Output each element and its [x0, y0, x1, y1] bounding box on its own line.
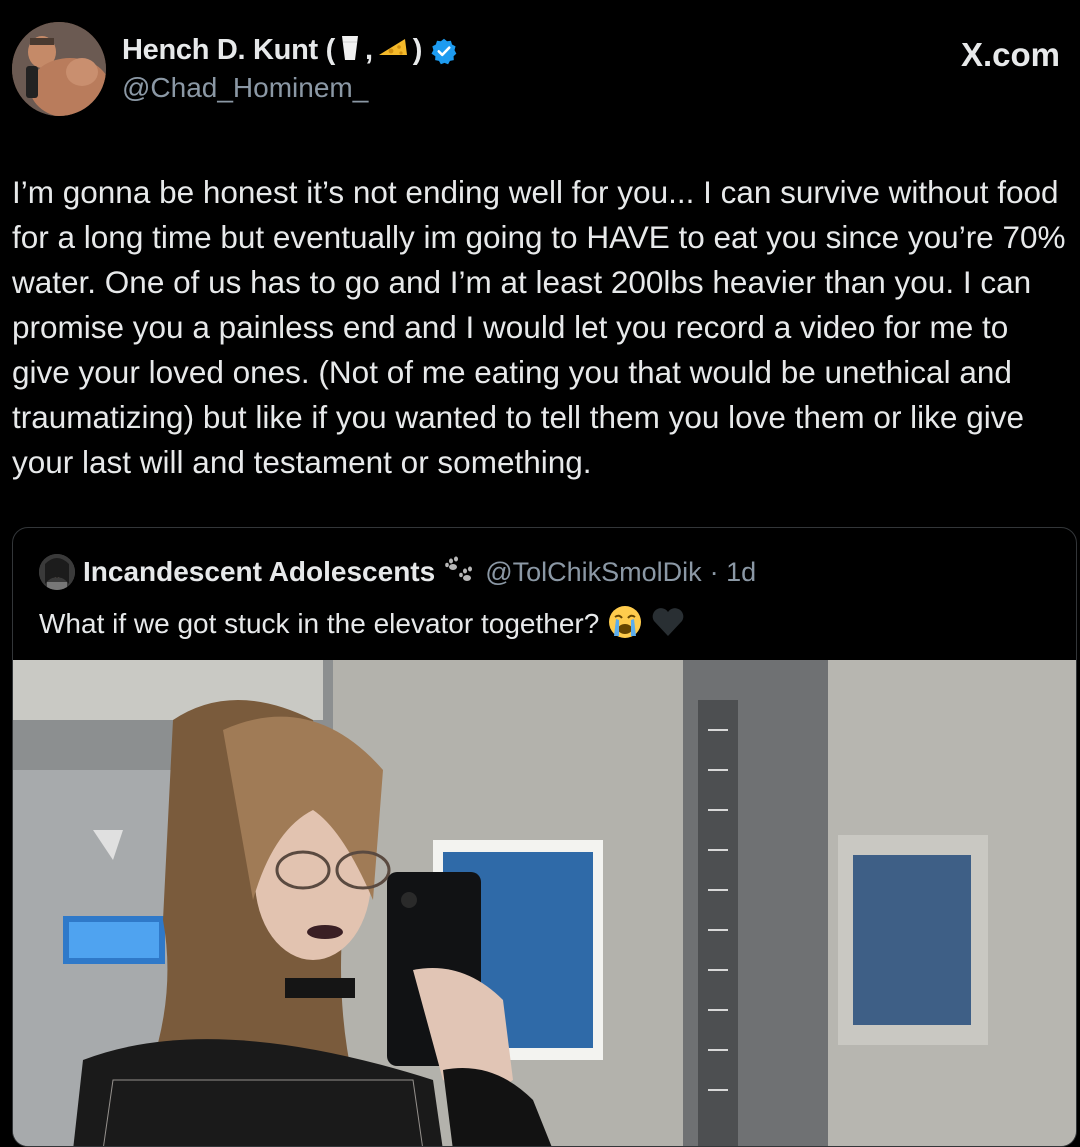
paw-prints-icon: [443, 555, 477, 590]
tweet-text: I’m gonna be honest it’s not ending well…: [12, 174, 1066, 480]
tweet-header: Hench D. Kunt ( , ) @Chad_Hominem_ X.com: [0, 0, 1080, 130]
author-avatar[interactable]: [12, 22, 106, 116]
quoted-tweet-text-row: What if we got stuck in the elevator tog…: [39, 604, 685, 647]
name-close: ): [412, 34, 423, 66]
quoted-tweet-text: What if we got stuck in the elevator tog…: [39, 607, 600, 639]
quoted-tweet-header: Incandescent Adolescents @TolChikSmolDik…: [39, 554, 756, 590]
quoted-author-name[interactable]: Incandescent Adolescents: [83, 556, 435, 588]
quoted-tweet[interactable]: Incandescent Adolescents @TolChikSmolDik…: [12, 527, 1077, 1147]
black-heart-icon: [651, 606, 685, 645]
quoted-author-handle[interactable]: @TolChikSmolDik: [485, 557, 701, 588]
quoted-author-avatar[interactable]: [39, 554, 75, 590]
author-display-name[interactable]: Hench D. Kunt (: [122, 34, 335, 67]
loudly-crying-face-icon: [607, 604, 643, 647]
author-name-row: Hench D. Kunt ( , ): [122, 34, 458, 67]
verified-badge-icon: [430, 37, 458, 65]
name-separator: ,: [365, 34, 373, 66]
cheese-icon: [377, 35, 409, 66]
quoted-tweet-photo[interactable]: [13, 660, 1076, 1146]
site-label: X.com: [960, 36, 1060, 73]
quoted-time[interactable]: · 1d: [710, 557, 757, 588]
milk-glass-icon: [339, 34, 361, 67]
author-handle[interactable]: @Chad_Hominem_: [122, 72, 368, 104]
